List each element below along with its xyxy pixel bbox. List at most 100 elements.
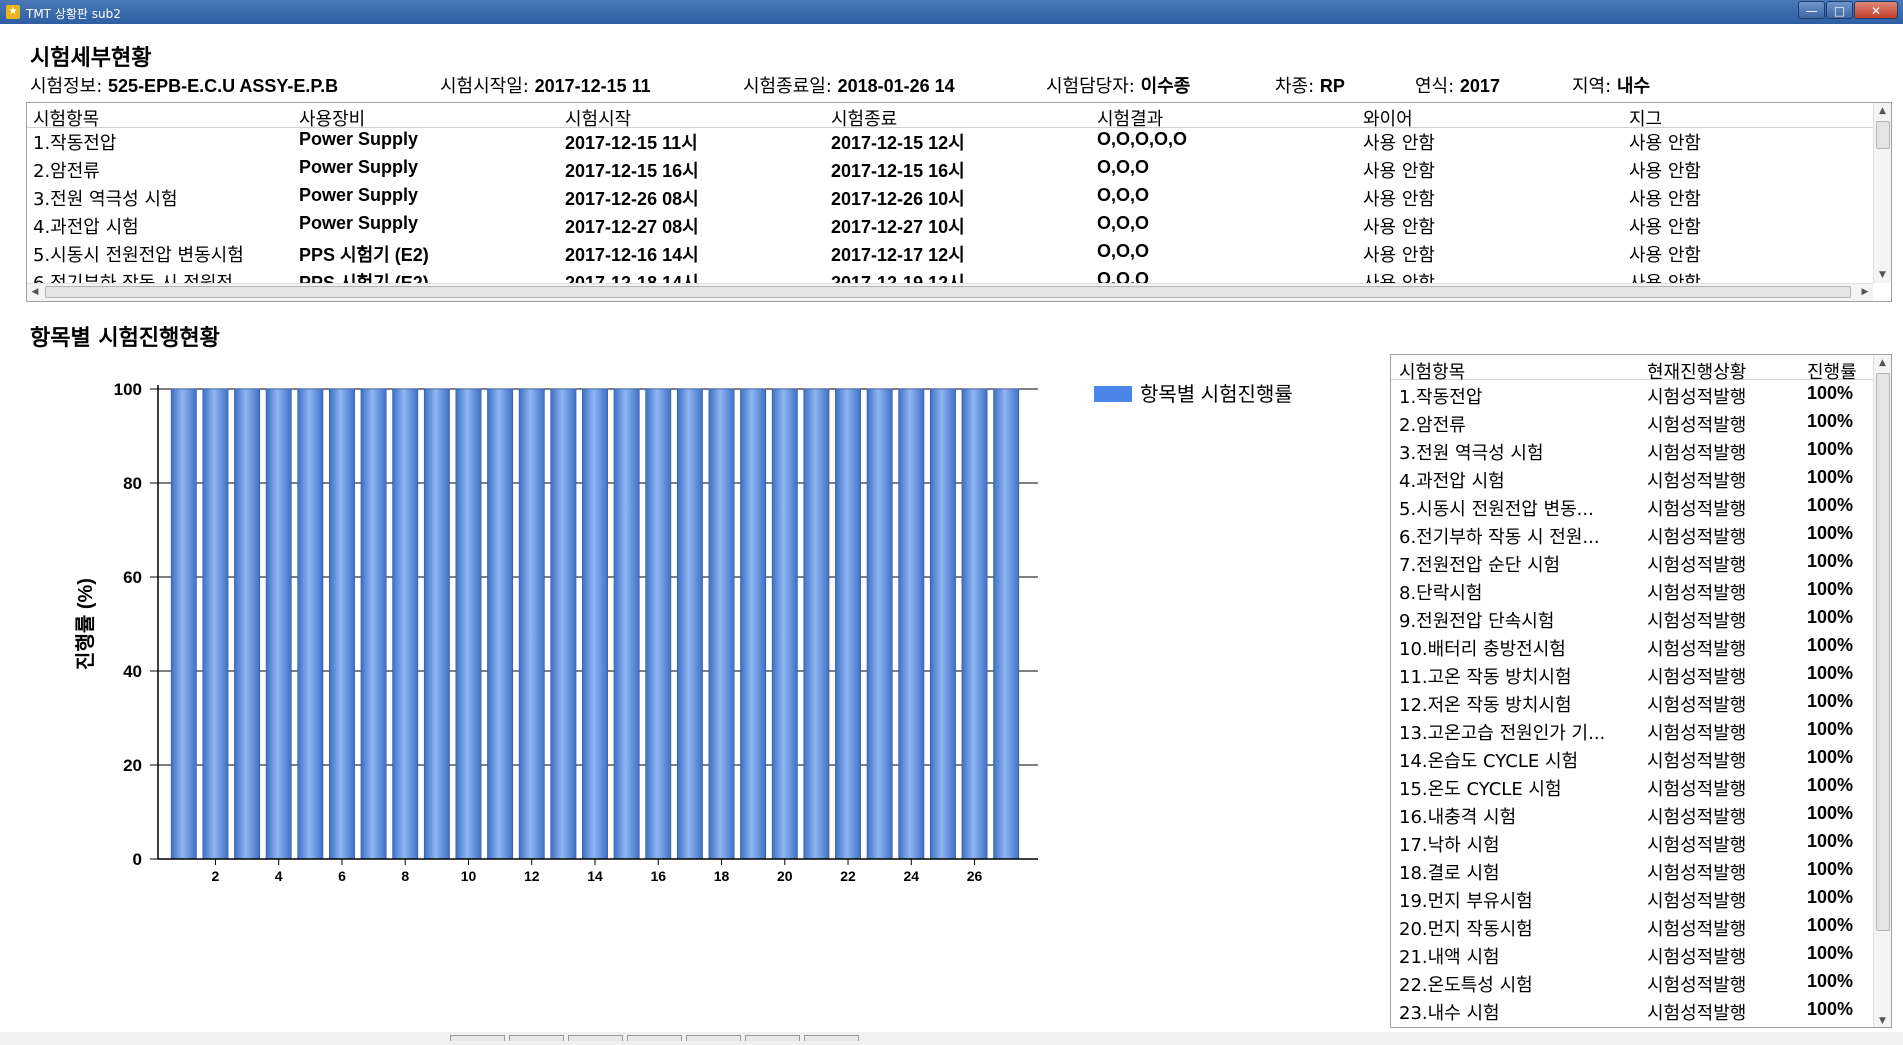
cell-status: 시험성적발행	[1647, 443, 1747, 464]
list-item[interactable]: 17.낙하 시험 시험성적발행 100%	[1391, 829, 1873, 857]
progress-grid-vscrollbar[interactable]: ▲ ▼	[1873, 355, 1891, 1027]
cell-rate: 100%	[1807, 747, 1854, 767]
list-item[interactable]: 12.저온 작동 방치시험 시험성적발행 100%	[1391, 689, 1873, 717]
info-manager: 시험담당자: 이수종	[1046, 76, 1191, 97]
cell-rate: 100%	[1807, 383, 1854, 403]
maximize-button[interactable]: □	[1826, 1, 1853, 19]
cell-item: 2.암전류	[33, 161, 100, 182]
cell-status: 시험성적발행	[1647, 891, 1747, 912]
scroll-down-icon[interactable]: ▼	[1874, 267, 1891, 283]
cell-status: 시험성적발행	[1647, 583, 1747, 604]
cell-equipment: Power Supply	[299, 185, 419, 205]
cell-status: 시험성적발행	[1647, 835, 1747, 856]
cell-item: 20.먼지 작동시험	[1399, 919, 1533, 940]
list-item[interactable]: 19.먼지 부유시험 시험성적발행 100%	[1391, 885, 1873, 913]
bar	[234, 388, 261, 860]
cell-item: 23.내수 시험	[1399, 1003, 1500, 1024]
info-year: 연식: 2017	[1415, 76, 1500, 97]
list-item[interactable]: 5.시동시 전원전압 변동... 시험성적발행 100%	[1391, 493, 1873, 521]
cell-item: 2.암전류	[1399, 415, 1466, 436]
bottom-tab[interactable]	[450, 1035, 505, 1041]
detail-grid-hscrollbar[interactable]: ◀ ▶	[27, 283, 1873, 301]
bar	[993, 388, 1020, 860]
list-item[interactable]: 9.전원전압 단속시험 시험성적발행 100%	[1391, 605, 1873, 633]
table-row[interactable]: 2.암전류 Power Supply 2017-12-15 16시 2017-12-1…	[27, 155, 1873, 183]
info-vehicle: 차종: RP	[1275, 76, 1345, 97]
cell-status: 시험성적발행	[1647, 611, 1747, 632]
scroll-thumb[interactable]	[1876, 121, 1890, 149]
window-titlebar[interactable]: ★ TMT 상황판 sub2 — □ ✕	[0, 0, 1903, 24]
cell-rate: 100%	[1807, 551, 1854, 571]
list-item[interactable]: 16.내충격 시험 시험성적발행 100%	[1391, 801, 1873, 829]
bottom-tab[interactable]	[568, 1035, 623, 1041]
cell-status: 시험성적발행	[1647, 751, 1747, 772]
scroll-thumb[interactable]	[1876, 373, 1890, 931]
bar	[329, 388, 355, 860]
cell-rate: 100%	[1807, 831, 1854, 851]
progress-chart: 0 20 40 60 80 100 2 4 6 8 10 12 14 16 18 20 22 24 26 진행률 (%…	[34, 356, 1384, 1028]
list-item[interactable]: 23.내수 시험 시험성적발행 100%	[1391, 997, 1873, 1025]
list-item[interactable]: 22.온도특성 시험 시험성적발행 100%	[1391, 969, 1873, 997]
table-row[interactable]: 5.시동시 전원전압 변동시험 PPS 시험기 (E2) 2017-12-16 14…	[27, 239, 1873, 267]
progress-grid[interactable]: 시험항목 현재진행상황 진행률 1.작동전압 시험성적발행 100% 2.암전류 시험성…	[1390, 354, 1892, 1028]
list-item[interactable]: 18.결로 시험 시험성적발행 100%	[1391, 857, 1873, 885]
cell-equipment: Power Supply	[299, 129, 419, 149]
detail-grid-vscrollbar[interactable]: ▲ ▼	[1873, 103, 1891, 283]
bottom-tab[interactable]	[686, 1035, 741, 1041]
scroll-right-icon[interactable]: ▶	[1857, 284, 1873, 301]
cell-rate: 100%	[1807, 663, 1854, 683]
scroll-up-icon[interactable]: ▲	[1874, 355, 1891, 371]
cell-jig: 사용 안함	[1629, 245, 1701, 266]
list-item[interactable]: 10.배터리 충방전시험 시험성적발행 100%	[1391, 633, 1873, 661]
list-item[interactable]: 3.전원 역극성 시험 시험성적발행 100%	[1391, 437, 1873, 465]
scroll-thumb-horizontal[interactable]	[45, 286, 1851, 298]
bar	[708, 388, 735, 860]
x-tick-label: 8	[401, 868, 409, 884]
cell-rate: 100%	[1807, 971, 1854, 991]
list-item[interactable]: 8.단락시험 시험성적발행 100%	[1391, 577, 1873, 605]
list-item[interactable]: 11.고온 작동 방치시험 시험성적발행 100%	[1391, 661, 1873, 689]
table-row[interactable]: 4.과전압 시험 Power Supply 2017-12-27 08시 2017-1…	[27, 211, 1873, 239]
x-tick-label: 18	[714, 868, 730, 884]
cell-item: 18.결로 시험	[1399, 863, 1500, 884]
list-item[interactable]: 20.먼지 작동시험 시험성적발행 100%	[1391, 913, 1873, 941]
list-item[interactable]: 14.온습도 CYCLE 시험 시험성적발행 100%	[1391, 745, 1873, 773]
bottom-tab[interactable]	[627, 1035, 682, 1041]
bottom-tab[interactable]	[804, 1035, 859, 1041]
table-row[interactable]: 1.작동전압 Power Supply 2017-12-15 11시 2017-12-…	[27, 127, 1873, 155]
list-item[interactable]: 4.과전압 시험 시험성적발행 100%	[1391, 465, 1873, 493]
list-item[interactable]: 13.고온고습 전원인가 기... 시험성적발행 100%	[1391, 717, 1873, 745]
detail-grid-header: 시험항목 사용장비 시험시작 시험종료 시험결과 와이어 지그	[27, 103, 1873, 130]
cell-end: 2017-12-17 12시	[831, 245, 965, 265]
list-item[interactable]: 2.암전류 시험성적발행 100%	[1391, 409, 1873, 437]
bar	[423, 388, 450, 860]
minimize-button[interactable]: —	[1798, 1, 1825, 19]
info-region: 지역: 내수	[1572, 76, 1651, 97]
cell-end: 2017-12-26 10시	[831, 189, 965, 209]
list-item[interactable]: 1.작동전압 시험성적발행 100%	[1391, 381, 1873, 409]
scroll-down-icon[interactable]: ▼	[1874, 1013, 1891, 1027]
list-item[interactable]: 6.전기부하 작동 시 전원... 시험성적발행 100%	[1391, 521, 1873, 549]
cell-status: 시험성적발행	[1647, 387, 1747, 408]
cell-rate: 100%	[1807, 859, 1854, 879]
x-tick-label: 4	[275, 868, 283, 884]
detail-grid[interactable]: 시험항목 사용장비 시험시작 시험종료 시험결과 와이어 지그 1.작동전압 Po…	[26, 102, 1892, 302]
bottom-tab[interactable]	[509, 1035, 564, 1041]
bottom-tab[interactable]	[745, 1035, 800, 1041]
bar	[392, 388, 419, 860]
cell-status: 시험성적발행	[1647, 415, 1747, 436]
list-item[interactable]: 7.전원전압 순단 시험 시험성적발행 100%	[1391, 549, 1873, 577]
bar	[740, 388, 767, 860]
list-item[interactable]: 15.온도 CYCLE 시험 시험성적발행 100%	[1391, 773, 1873, 801]
cell-status: 시험성적발행	[1647, 499, 1747, 520]
app-icon: ★	[6, 5, 20, 19]
list-item[interactable]: 21.내액 시험 시험성적발행 100%	[1391, 941, 1873, 969]
table-row[interactable]: 3.전원 역극성 시험 Power Supply 2017-12-26 08시 201…	[27, 183, 1873, 211]
scroll-up-icon[interactable]: ▲	[1874, 103, 1891, 119]
info-start-date: 시험시작일: 2017-12-15 11	[440, 76, 651, 97]
cell-item: 17.낙하 시험	[1399, 835, 1500, 856]
cell-rate: 100%	[1807, 719, 1854, 739]
cell-rate: 100%	[1807, 467, 1854, 487]
scroll-left-icon[interactable]: ◀	[27, 284, 43, 301]
close-button[interactable]: ✕	[1854, 1, 1898, 19]
